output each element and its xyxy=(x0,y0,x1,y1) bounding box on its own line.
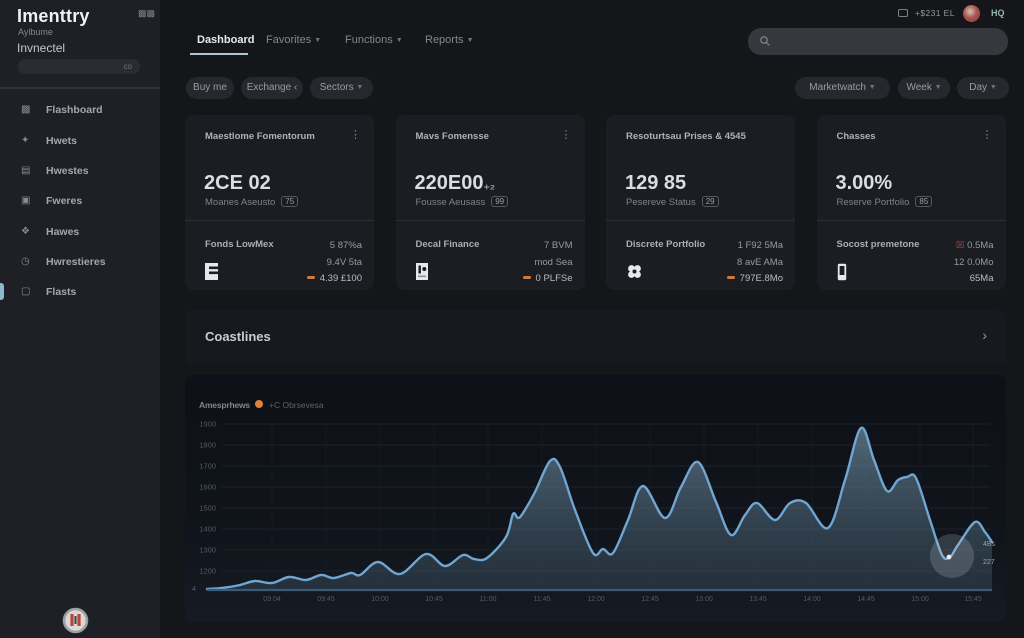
svg-text:12:45: 12:45 xyxy=(641,596,659,603)
svg-text:11:45: 11:45 xyxy=(534,596,551,603)
svg-text:11:00: 11:00 xyxy=(480,596,497,603)
svg-text:4: 4 xyxy=(192,584,196,593)
svg-text:13:00: 13:00 xyxy=(695,596,713,603)
svg-text:09:04: 09:04 xyxy=(263,596,281,603)
svg-text:15:00: 15:00 xyxy=(911,596,929,603)
svg-text:14:00: 14:00 xyxy=(803,596,821,603)
svg-text:12:00: 12:00 xyxy=(587,596,605,603)
svg-text:1500: 1500 xyxy=(199,504,216,513)
svg-text:10:45: 10:45 xyxy=(425,596,443,603)
svg-text:1300: 1300 xyxy=(199,546,216,555)
svg-text:1400: 1400 xyxy=(199,525,216,534)
svg-text:1200: 1200 xyxy=(199,567,216,576)
svg-text:09:45: 09:45 xyxy=(317,596,335,603)
svg-text:15:45: 15:45 xyxy=(964,596,982,603)
svg-text:1800: 1800 xyxy=(199,441,216,450)
svg-text:1700: 1700 xyxy=(199,462,216,471)
svg-text:4Bs: 4Bs xyxy=(983,541,996,548)
svg-text:10:00: 10:00 xyxy=(371,596,389,603)
svg-text:13:45: 13:45 xyxy=(749,596,767,603)
svg-text:14:45: 14:45 xyxy=(857,596,875,603)
svg-text:227: 227 xyxy=(983,559,995,566)
svg-text:1600: 1600 xyxy=(199,483,216,492)
svg-text:1900: 1900 xyxy=(199,420,216,429)
